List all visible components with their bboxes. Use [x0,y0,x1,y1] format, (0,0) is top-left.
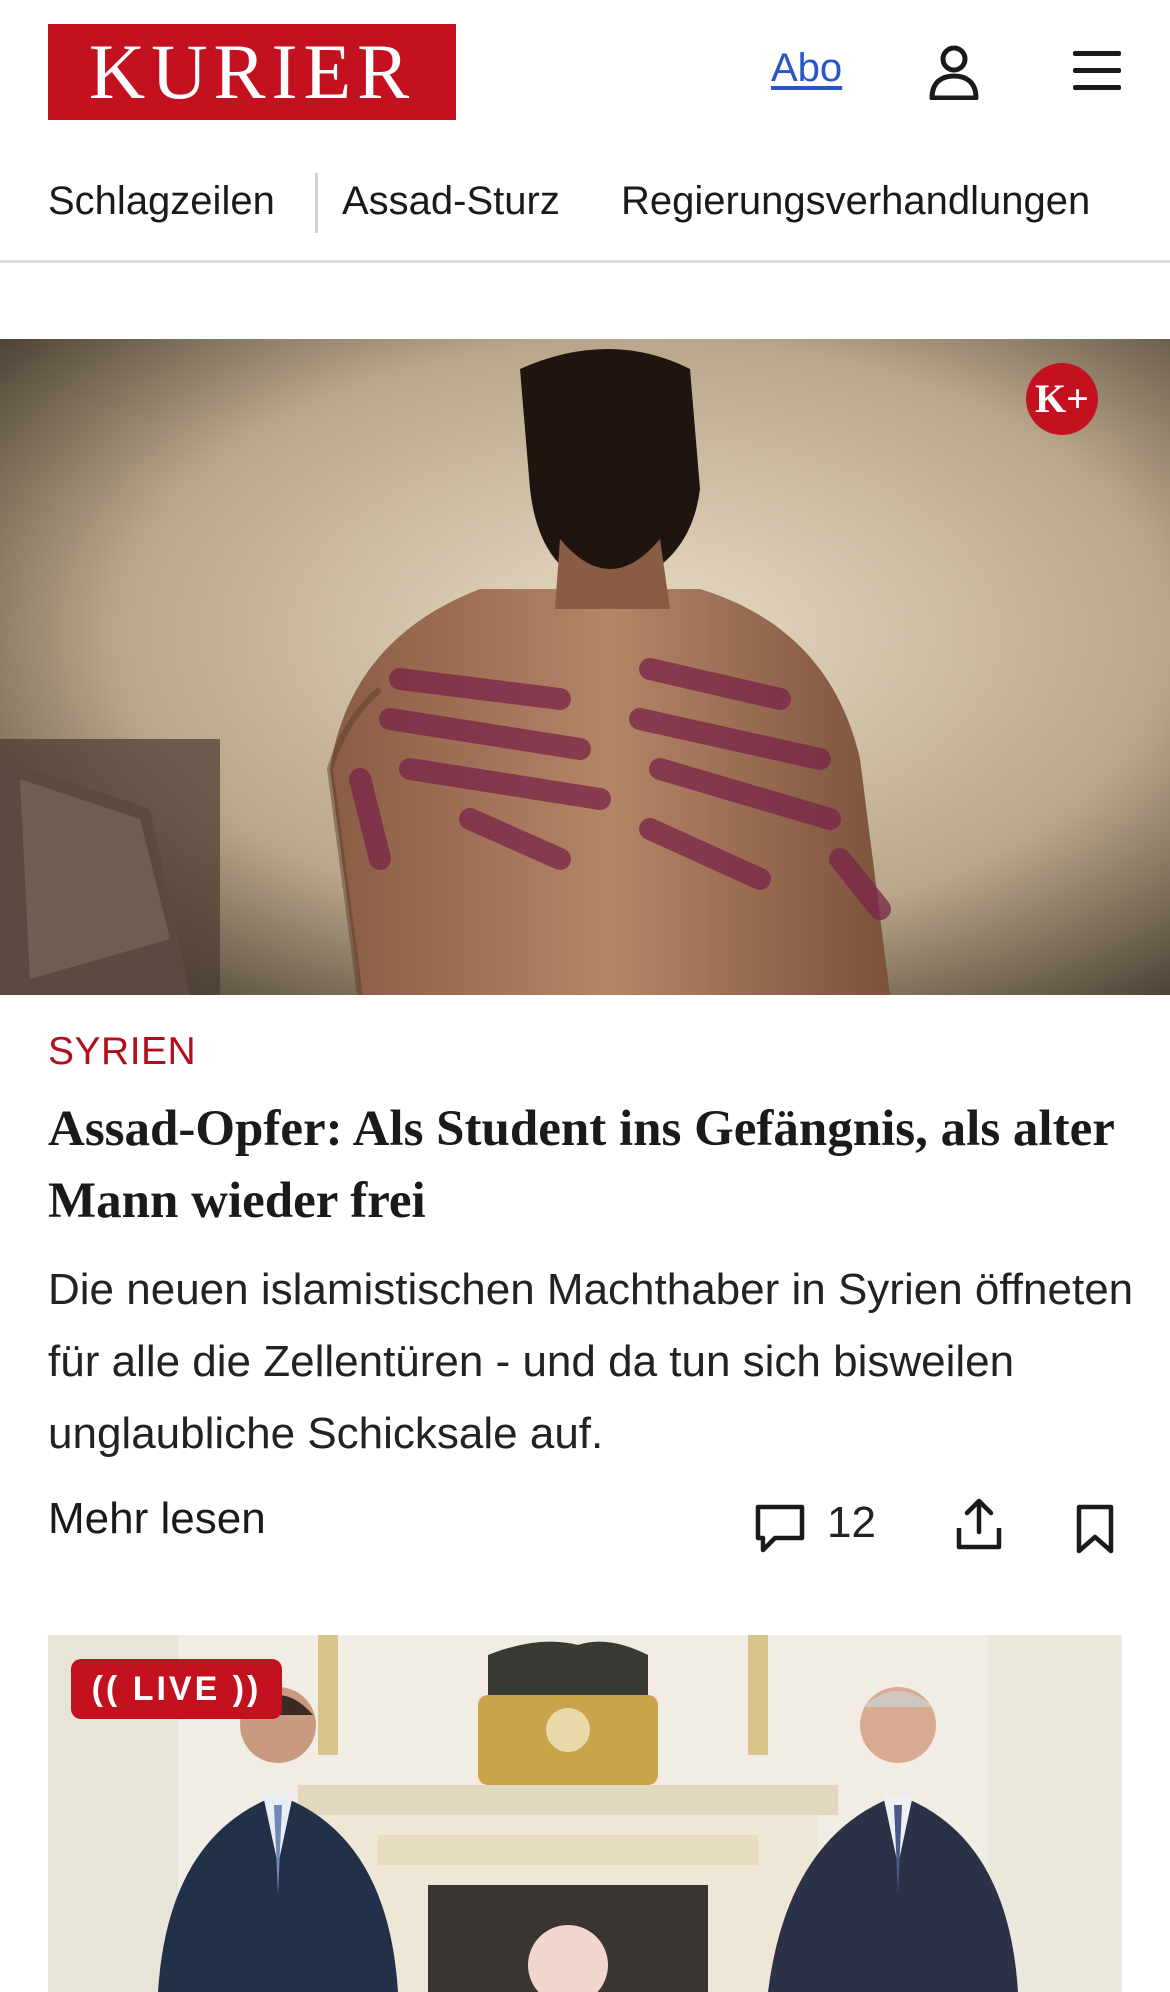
article-hero-image[interactable] [0,339,1170,995]
premium-badge: K+ [1026,363,1098,435]
comment-count[interactable]: 12 [827,1498,876,1548]
share-icon[interactable] [954,1496,1004,1552]
nav-item-assad-sturz[interactable]: Assad-Sturz [342,179,560,224]
bookmark-icon[interactable] [1074,1503,1116,1555]
article-headline[interactable]: Assad-Opfer: Als Student ins Gefängnis, … [48,1093,1128,1237]
nav-divider [315,173,318,233]
live-badge: (( LIVE )) [71,1659,282,1719]
live-signal-icon-left: (( [91,1670,121,1708]
article-kicker[interactable]: SYRIEN [48,1030,196,1074]
read-more-link[interactable]: Mehr lesen [48,1494,266,1544]
live-signal-icon-right: )) [232,1670,262,1708]
live-label: LIVE [132,1670,221,1708]
nav-item-schlagzeilen[interactable]: Schlagzeilen [48,179,275,224]
abo-link[interactable]: Abo [771,46,842,91]
kurier-logo[interactable]: KURIER [48,24,456,120]
topic-navigation: Schlagzeilen Assad-Sturz Regierungsverha… [0,165,1170,263]
user-icon[interactable] [928,44,980,100]
site-header: KURIER Abo [0,0,1170,145]
nav-item-regierungsverhandlungen[interactable]: Regierungsverhandlungen [621,179,1090,224]
hamburger-menu-icon[interactable] [1071,48,1123,94]
comment-icon[interactable] [753,1502,807,1556]
article-teaser: Die neuen islamistischen Machthaber in S… [48,1265,1134,1458]
